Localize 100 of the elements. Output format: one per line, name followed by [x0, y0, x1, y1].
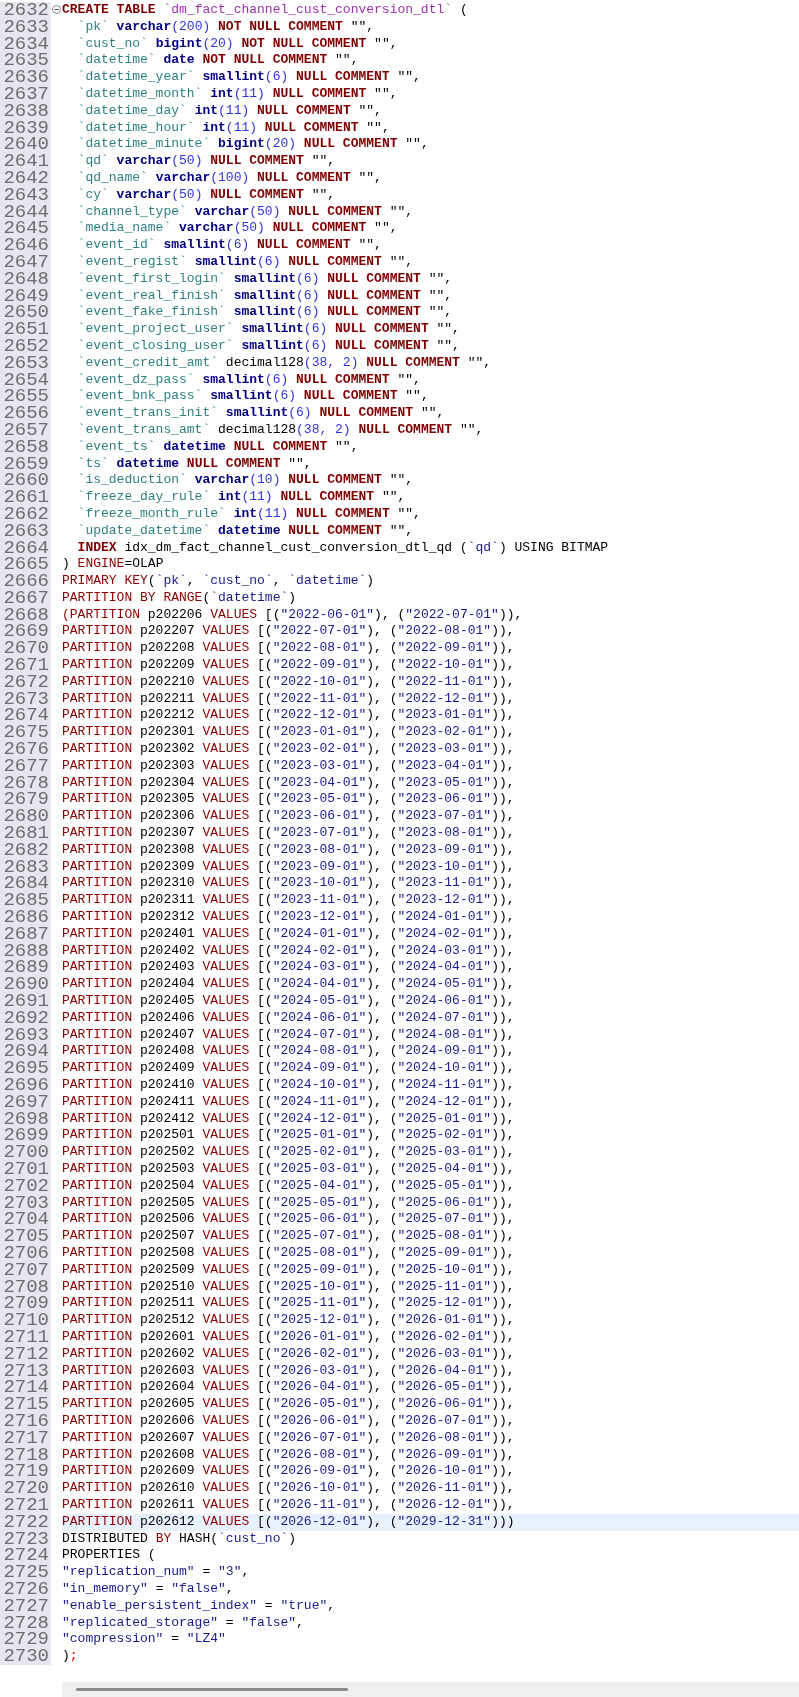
line-number: 2722 — [3, 1513, 49, 1531]
line-number: 2702 — [3, 1177, 49, 1195]
line-number: 2695 — [3, 1060, 49, 1077]
line-number: 2705 — [3, 1228, 49, 1245]
line-number: 2724 — [3, 1547, 49, 1565]
line-number: 2643 — [3, 186, 49, 204]
line-number: 2650 — [3, 304, 49, 322]
line-number: 2680 — [3, 808, 49, 826]
line-number: 2679 — [3, 791, 49, 809]
line-number: 2714 — [3, 1379, 49, 1397]
line-number: 2719 — [3, 1463, 49, 1481]
line-number: 2661 — [3, 489, 49, 506]
line-number: 2723 — [3, 1530, 49, 1548]
line-number: 2645 — [3, 220, 49, 238]
line-number: 2684 — [3, 875, 49, 893]
line-number: 2672 — [3, 673, 49, 691]
line-number: 2642 — [3, 169, 49, 187]
line-number: 2651 — [3, 321, 49, 338]
line-number: 2693 — [3, 1026, 49, 1044]
line-number: 2654 — [3, 371, 49, 389]
line-number: 2644 — [3, 203, 49, 221]
line-number: 2716 — [3, 1412, 49, 1430]
line-number: 2676 — [3, 741, 49, 758]
line-number: 2696 — [3, 1077, 49, 1094]
line-number: 2718 — [3, 1446, 49, 1464]
line-number: 2674 — [3, 707, 49, 725]
line-number: 2706 — [3, 1244, 49, 1262]
line-number: 2633 — [3, 18, 49, 36]
line-number: 2640 — [3, 136, 49, 154]
line-number: 2729 — [3, 1631, 49, 1649]
collapse-icon[interactable] — [52, 5, 61, 14]
line-number: 2669 — [3, 623, 49, 641]
line-number: 2653 — [3, 354, 49, 372]
line-number: 2667 — [3, 589, 49, 607]
line-number: 2697 — [3, 1093, 49, 1111]
line-number: 2691 — [3, 993, 49, 1010]
line-number: 2688 — [3, 942, 49, 960]
line-number: 2670 — [3, 640, 49, 658]
line-number: 2655 — [3, 388, 49, 406]
line-number: 2721 — [3, 1496, 49, 1514]
line-number: 2677 — [3, 757, 49, 775]
line-number: 2657 — [3, 421, 49, 439]
line-number: 2659 — [3, 455, 49, 473]
line-number: 2658 — [3, 438, 49, 456]
line-number: 2686 — [3, 909, 49, 926]
line-number: 2704 — [3, 1211, 49, 1229]
line-number: 2725 — [3, 1564, 49, 1581]
line-number: 2632 — [3, 2, 49, 19]
line-number: 2685 — [3, 892, 49, 910]
line-number: 2730 — [3, 1648, 49, 1665]
line-number: 2637 — [3, 86, 49, 103]
line-number: 2682 — [3, 841, 49, 859]
line-number: 2703 — [3, 1194, 49, 1212]
line-number: 2647 — [3, 253, 49, 271]
line-number: 2720 — [3, 1480, 49, 1497]
line-number: 2675 — [3, 724, 49, 742]
line-number: 2698 — [3, 1110, 49, 1128]
line-number: 2715 — [3, 1396, 49, 1413]
scrollbar-thumb[interactable] — [76, 1688, 348, 1691]
line-number: 2678 — [3, 774, 49, 792]
line-number: 2663 — [3, 522, 49, 540]
line-number: 2692 — [3, 1009, 49, 1027]
line-number: 2681 — [3, 825, 49, 842]
line-number: 2646 — [3, 237, 49, 254]
line-number: 2662 — [3, 505, 49, 523]
line-number: 2666 — [3, 573, 49, 590]
line-number: 2728 — [3, 1614, 49, 1632]
line-number: 2701 — [3, 1161, 49, 1178]
line-number: 2683 — [3, 858, 49, 876]
line-number: 2690 — [3, 976, 49, 993]
line-number: 2699 — [3, 1127, 49, 1145]
line-number: 2726 — [3, 1580, 49, 1598]
line-number: 2652 — [3, 337, 49, 355]
line-number: 2717 — [3, 1429, 49, 1447]
line-number: 2689 — [3, 959, 49, 977]
line-number: 2711 — [3, 1328, 49, 1346]
line-number: 2713 — [3, 1362, 49, 1380]
line-number: 2700 — [3, 1144, 49, 1161]
line-number: 2687 — [3, 925, 49, 943]
line-number: 2649 — [3, 287, 49, 305]
line-number: 2639 — [3, 119, 49, 137]
line-number: 2673 — [3, 690, 49, 708]
line-number: 2664 — [3, 539, 49, 557]
line-number: 2668 — [3, 606, 49, 624]
line-number: 2707 — [3, 1261, 49, 1279]
line-number: 2660 — [3, 472, 49, 490]
line-number: 2634 — [3, 35, 49, 53]
line-number: 2656 — [3, 405, 49, 422]
line-number: 2708 — [3, 1278, 49, 1296]
line-number: 2635 — [3, 52, 49, 70]
line-number: 2636 — [3, 69, 49, 86]
line-number: 2712 — [3, 1345, 49, 1363]
horizontal-scrollbar[interactable] — [62, 1682, 799, 1697]
line-number: 2694 — [3, 1043, 49, 1061]
line-number: 2641 — [3, 153, 49, 170]
line-number: 2648 — [3, 270, 49, 288]
line-number: 2671 — [3, 657, 49, 674]
line-number: 2665 — [3, 556, 49, 574]
line-number: 2709 — [3, 1295, 49, 1313]
line-number: 2727 — [3, 1597, 49, 1615]
